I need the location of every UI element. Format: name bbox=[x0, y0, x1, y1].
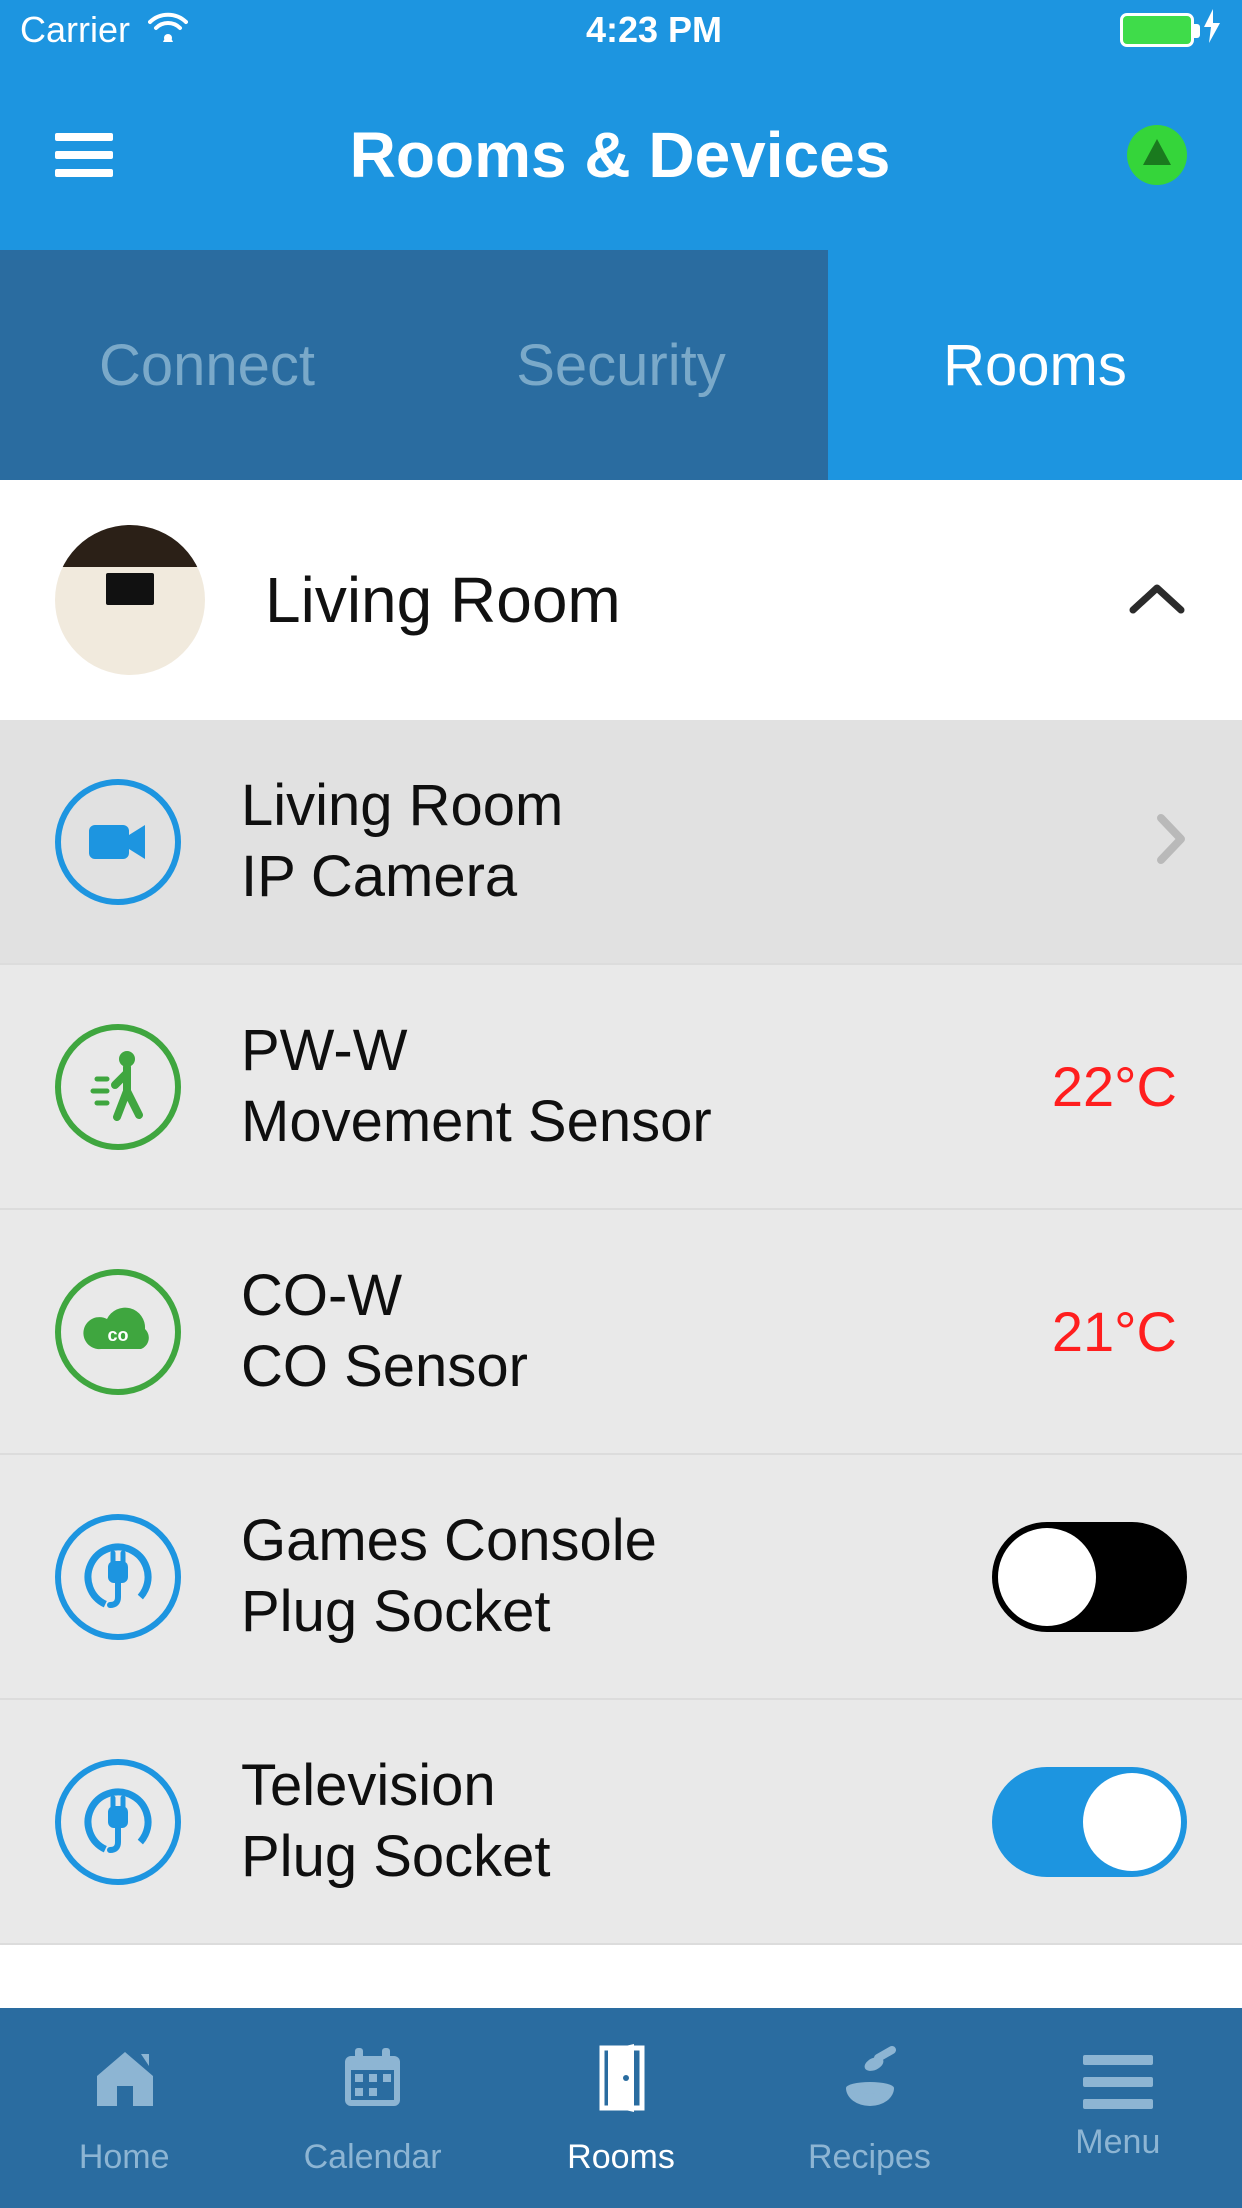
door-icon bbox=[584, 2040, 659, 2124]
plug-icon bbox=[55, 1514, 181, 1640]
tab-bar: Connect Security Rooms bbox=[0, 250, 1242, 480]
nav-header: Rooms & Devices bbox=[0, 60, 1242, 250]
bottom-tab-label: Recipes bbox=[808, 2138, 931, 2177]
wifi-icon bbox=[148, 9, 188, 51]
bottom-tab-menu[interactable]: Menu bbox=[994, 2008, 1242, 2208]
room-name: Living Room bbox=[265, 563, 1067, 637]
device-line1: Television bbox=[241, 1753, 932, 1820]
device-row-co[interactable]: co CO-W CO Sensor 21°C bbox=[0, 1210, 1242, 1455]
tab-label: Connect bbox=[99, 332, 315, 399]
sync-status-icon[interactable] bbox=[1127, 125, 1187, 185]
co-cloud-icon: co bbox=[55, 1269, 181, 1395]
svg-text:co: co bbox=[107, 1325, 128, 1345]
tab-label: Security bbox=[516, 332, 726, 399]
device-label: Living Room IP Camera bbox=[241, 773, 1095, 910]
device-line2: IP Camera bbox=[241, 844, 1095, 911]
room-photo bbox=[55, 525, 205, 675]
chevron-right-icon bbox=[1155, 814, 1187, 869]
recipes-icon bbox=[832, 2040, 907, 2124]
status-right bbox=[1120, 9, 1222, 52]
bottom-tab-home[interactable]: Home bbox=[0, 2008, 248, 2208]
status-bar: Carrier 4:23 PM bbox=[0, 0, 1242, 60]
device-line2: Movement Sensor bbox=[241, 1089, 992, 1156]
device-line2: Plug Socket bbox=[241, 1824, 932, 1891]
bottom-tab-recipes[interactable]: Recipes bbox=[745, 2008, 993, 2208]
device-row-television: Television Plug Socket bbox=[0, 1700, 1242, 1945]
tab-connect[interactable]: Connect bbox=[0, 250, 414, 480]
camera-icon bbox=[55, 779, 181, 905]
device-label: CO-W CO Sensor bbox=[241, 1263, 992, 1400]
status-time: 4:23 PM bbox=[586, 9, 722, 51]
device-line2: Plug Socket bbox=[241, 1579, 932, 1646]
battery-icon bbox=[1120, 13, 1194, 47]
chevron-up-icon bbox=[1127, 580, 1187, 621]
bottom-tab-bar: Home Calendar Rooms Recipes Menu bbox=[0, 2008, 1242, 2208]
device-row-camera[interactable]: Living Room IP Camera bbox=[0, 720, 1242, 965]
hamburger-menu-icon[interactable] bbox=[55, 133, 113, 177]
device-line1: Living Room bbox=[241, 773, 1095, 840]
status-left: Carrier bbox=[20, 9, 188, 51]
device-label: Games Console Plug Socket bbox=[241, 1508, 932, 1645]
page-title: Rooms & Devices bbox=[113, 118, 1127, 192]
tab-security[interactable]: Security bbox=[414, 250, 828, 480]
charging-icon bbox=[1202, 9, 1222, 52]
device-label: Television Plug Socket bbox=[241, 1753, 932, 1890]
bottom-tab-calendar[interactable]: Calendar bbox=[248, 2008, 496, 2208]
tab-label: Rooms bbox=[943, 332, 1127, 399]
toggle-games-console[interactable] bbox=[992, 1522, 1187, 1632]
home-icon bbox=[87, 2040, 162, 2124]
carrier-label: Carrier bbox=[20, 9, 130, 51]
bottom-tab-label: Calendar bbox=[304, 2138, 442, 2177]
device-label: PW-W Movement Sensor bbox=[241, 1018, 992, 1155]
calendar-icon bbox=[335, 2040, 410, 2124]
bottom-tab-rooms[interactable]: Rooms bbox=[497, 2008, 745, 2208]
plug-icon bbox=[55, 1759, 181, 1885]
bottom-tab-label: Rooms bbox=[567, 2138, 675, 2177]
tab-rooms[interactable]: Rooms bbox=[828, 250, 1242, 480]
device-list: Living Room IP Camera PW-W Movement Sens… bbox=[0, 720, 1242, 1945]
temperature-value: 22°C bbox=[1052, 1054, 1177, 1119]
device-row-movement[interactable]: PW-W Movement Sensor 22°C bbox=[0, 965, 1242, 1210]
device-line1: CO-W bbox=[241, 1263, 992, 1330]
bottom-tab-label: Menu bbox=[1075, 2123, 1160, 2162]
motion-icon bbox=[55, 1024, 181, 1150]
temperature-value: 21°C bbox=[1052, 1299, 1177, 1364]
menu-icon bbox=[1083, 2055, 1153, 2109]
device-line1: Games Console bbox=[241, 1508, 932, 1575]
room-header[interactable]: Living Room bbox=[0, 480, 1242, 720]
device-line1: PW-W bbox=[241, 1018, 992, 1085]
device-row-games-console: Games Console Plug Socket bbox=[0, 1455, 1242, 1700]
toggle-television[interactable] bbox=[992, 1767, 1187, 1877]
bottom-tab-label: Home bbox=[79, 2138, 170, 2177]
device-line2: CO Sensor bbox=[241, 1334, 992, 1401]
